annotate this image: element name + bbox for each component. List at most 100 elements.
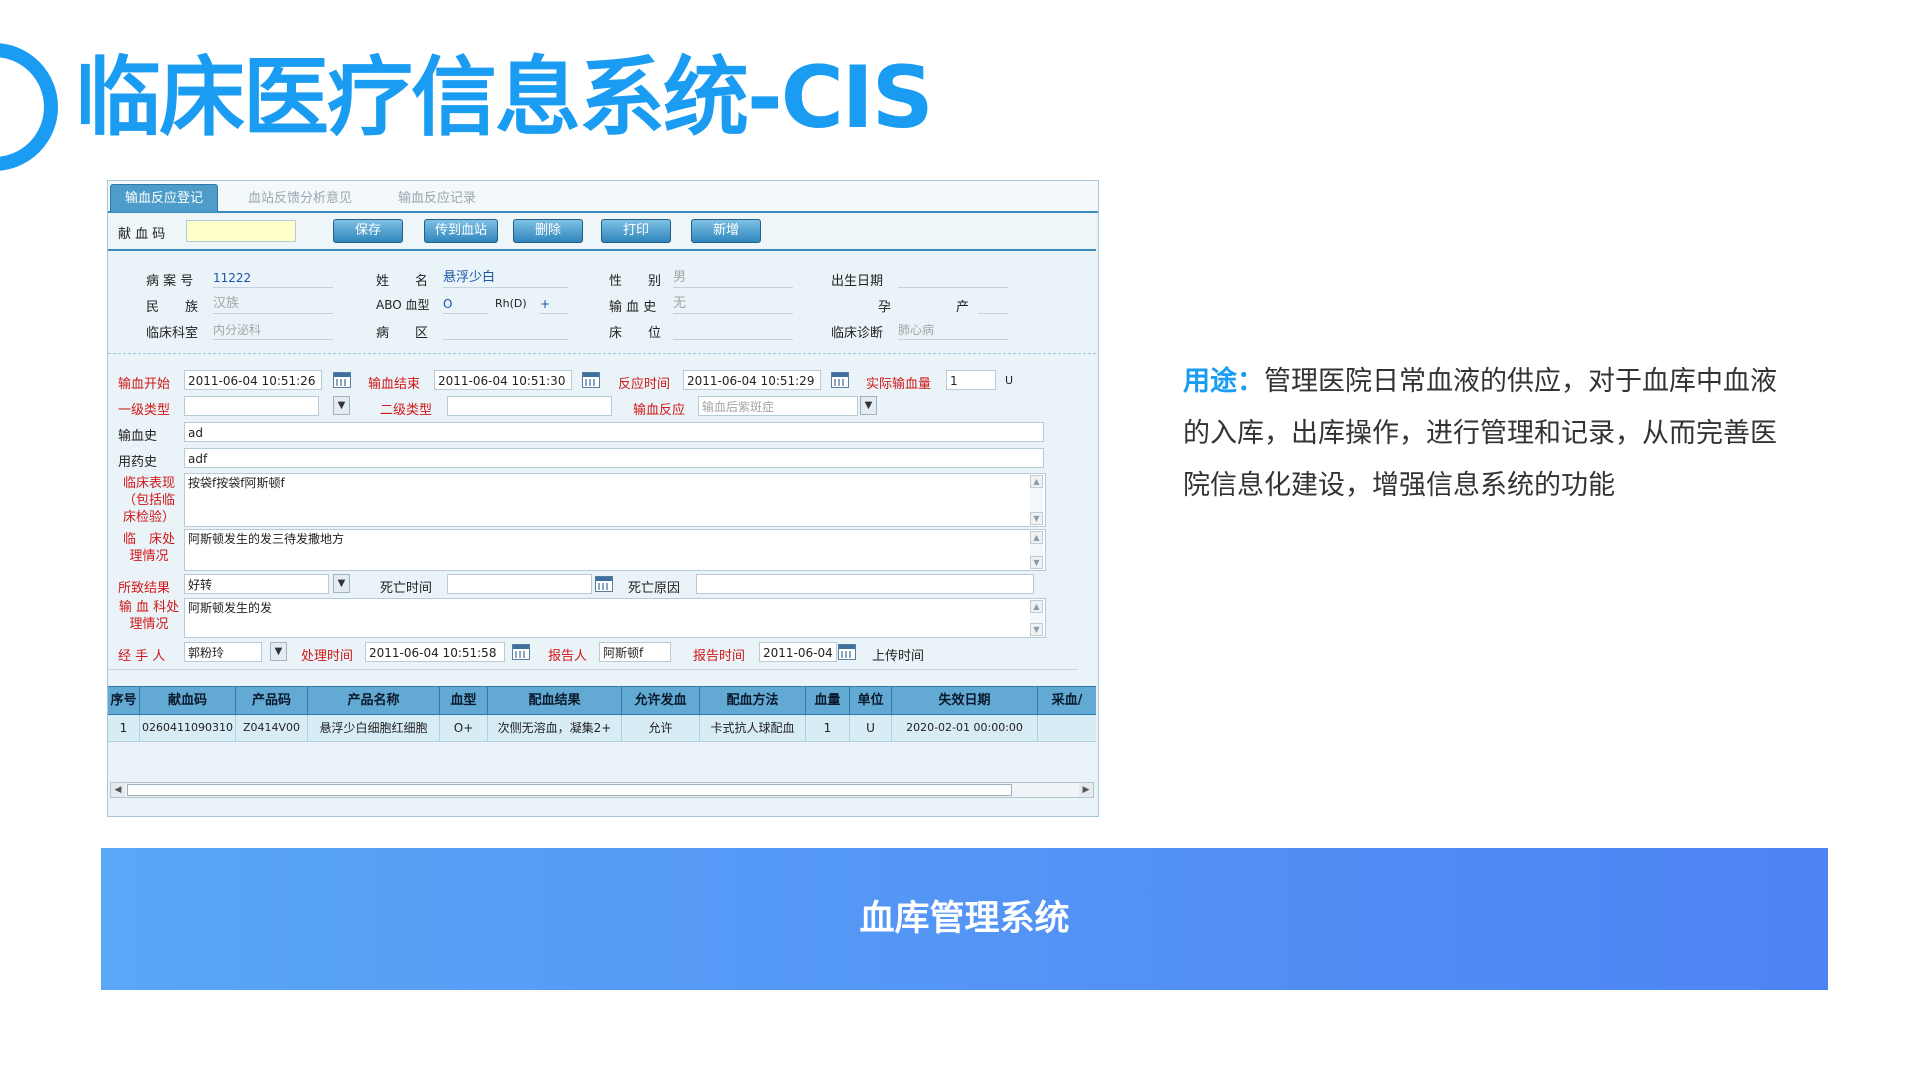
add-new-button[interactable]: 新增 [691,219,761,243]
col-header[interactable]: 序号 [108,687,140,714]
scroll-up-icon[interactable]: ▲ [1030,475,1043,488]
table-cell: 1 [806,715,850,741]
record-no-value: 11222 [213,269,333,288]
end-time-input[interactable]: 2011-06-04 10:51:30 [434,370,572,390]
col-header[interactable]: 失效日期 [892,687,1038,714]
sex-value: 男 [673,269,793,288]
col-header[interactable]: 献血码 [140,687,236,714]
send-to-station-button[interactable]: 传到血站 [424,219,498,243]
reaction-select[interactable]: 输血后紫斑症 [698,396,858,416]
report-time-label: 报告时间 [693,649,746,664]
treatment-text: 阿斯顿发生的发三待发撒地方 [188,532,345,546]
type1-dropdown-icon[interactable]: ▼ [333,396,350,415]
dept-treatment-scrollbar[interactable]: ▲ ▼ [1030,600,1043,636]
history-input[interactable]: ad [184,422,1044,442]
scroll-down-icon[interactable]: ▼ [1030,512,1043,525]
birth-label: 出生日期 [831,274,884,289]
table-cell: 1 [108,715,140,741]
save-button[interactable]: 保存 [333,219,403,243]
name-label: 姓 名 [376,274,429,289]
horizontal-scrollbar[interactable]: ◀ ▶ [110,782,1094,798]
treatment-label: 临 床处理情况 [122,532,175,564]
description-body: 管理医院日常血液的供应，对于血库中血液的入库，出库操作，进行管理和记录，从而完善… [1183,366,1777,501]
scroll-left-icon[interactable]: ◀ [111,783,125,797]
scroll-right-icon[interactable]: ▶ [1079,783,1093,797]
col-header[interactable]: 配血结果 [488,687,622,714]
table-cell: 允许 [622,715,700,741]
end-calendar-icon[interactable] [582,372,600,388]
col-header[interactable]: 产品名称 [308,687,440,714]
handler-label: 经 手 人 [118,649,166,664]
death-time-label: 死亡时间 [380,581,433,596]
handle-calendar-icon[interactable] [512,644,530,660]
scroll-up-icon[interactable]: ▲ [1030,531,1043,544]
scroll-thumb[interactable] [127,784,1012,796]
death-time-input[interactable] [447,574,592,594]
rh-label: Rh(D) [495,297,527,310]
report-calendar-icon[interactable] [838,644,856,660]
death-cause-input[interactable] [696,574,1034,594]
scroll-down-icon[interactable]: ▼ [1030,556,1043,569]
clinical-textarea[interactable]: 按袋f按袋f阿斯顿f ▲ ▼ [184,473,1046,527]
clinical-text: 按袋f按袋f阿斯顿f [188,476,285,490]
tab-station-feedback[interactable]: 血站反馈分析意见 [248,187,352,211]
actual-volume-input[interactable]: 1 [946,370,996,390]
dept-treatment-textarea[interactable]: 阿斯顿发生的发 ▲ ▼ [184,598,1046,638]
result-select[interactable]: 好转 [184,574,329,594]
result-dropdown-icon[interactable]: ▼ [333,574,350,593]
type1-select[interactable] [184,396,319,416]
dept-label: 临床科室 [146,326,199,341]
ethnic-value: 汉族 [213,295,333,314]
ward-value [443,321,568,340]
print-button[interactable]: 打印 [601,219,671,243]
table-cell: 卡式抗人球配血 [700,715,806,741]
table-cell: U [850,715,892,741]
react-time-input[interactable]: 2011-06-04 10:51:29 [683,370,821,390]
clinical-scrollbar[interactable]: ▲ ▼ [1030,475,1043,525]
table-row[interactable]: 1 0260411090310 Z0414V00 悬浮少白细胞红细胞 O+ 次侧… [108,715,1096,742]
handler-dropdown-icon[interactable]: ▼ [270,642,287,661]
col-header[interactable]: 采血/ [1038,687,1096,714]
death-calendar-icon[interactable] [595,576,613,592]
scroll-up-icon[interactable]: ▲ [1030,600,1043,613]
blood-grid-header: 序号 献血码 产品码 产品名称 血型 配血结果 允许发血 配血方法 血量 单位 … [108,686,1096,715]
col-header[interactable]: 单位 [850,687,892,714]
col-header[interactable]: 允许发血 [622,687,700,714]
table-cell: 2020-02-01 00:00:00 [892,715,1038,741]
drug-input[interactable]: adf [184,448,1044,468]
table-cell: O+ [440,715,488,741]
toolbar: 献 血 码 保存 传到血站 删除 打印 新增 [108,213,1096,251]
transfusion-history-value: 无 [673,295,793,314]
col-header[interactable]: 血型 [440,687,488,714]
tab-reaction-register[interactable]: 输血反应登记 [110,184,219,212]
dept-treatment-label: 输 血 科处理情况 [118,600,180,632]
donor-code-input[interactable] [186,220,296,242]
birth-value [898,269,1008,288]
name-value: 悬浮少白 [443,269,568,288]
treatment-scrollbar[interactable]: ▲ ▼ [1030,531,1043,569]
tab-reaction-records[interactable]: 输血反应记录 [398,187,476,211]
section-divider [108,353,1096,354]
delete-button[interactable]: 删除 [513,219,583,243]
scroll-down-icon[interactable]: ▼ [1030,623,1043,636]
col-header[interactable]: 配血方法 [700,687,806,714]
reporter-input[interactable]: 阿斯顿f [599,642,671,662]
col-header[interactable]: 血量 [806,687,850,714]
ward-label: 病 区 [376,326,429,341]
type2-select[interactable] [447,396,612,416]
col-header[interactable]: 产品码 [236,687,308,714]
treatment-textarea[interactable]: 阿斯顿发生的发三待发撒地方 ▲ ▼ [184,529,1046,571]
handle-time-input[interactable]: 2011-06-04 10:51:58 [365,642,505,662]
reporter-label: 报告人 [548,649,588,664]
upload-time-label: 上传时间 [872,649,925,664]
record-no-label: 病 案 号 [146,274,194,289]
start-calendar-icon[interactable] [333,372,351,388]
handler-select[interactable]: 郭粉玲 [184,642,262,662]
birth-count-value [978,295,1008,314]
handle-time-label: 处理时间 [301,649,354,664]
dept-value: 内分泌科 [213,321,333,340]
report-time-input[interactable]: 2011-06-04 [759,642,837,662]
start-time-input[interactable]: 2011-06-04 10:51:26 [184,370,322,390]
react-calendar-icon[interactable] [831,372,849,388]
reaction-dropdown-icon[interactable]: ▼ [860,396,877,415]
